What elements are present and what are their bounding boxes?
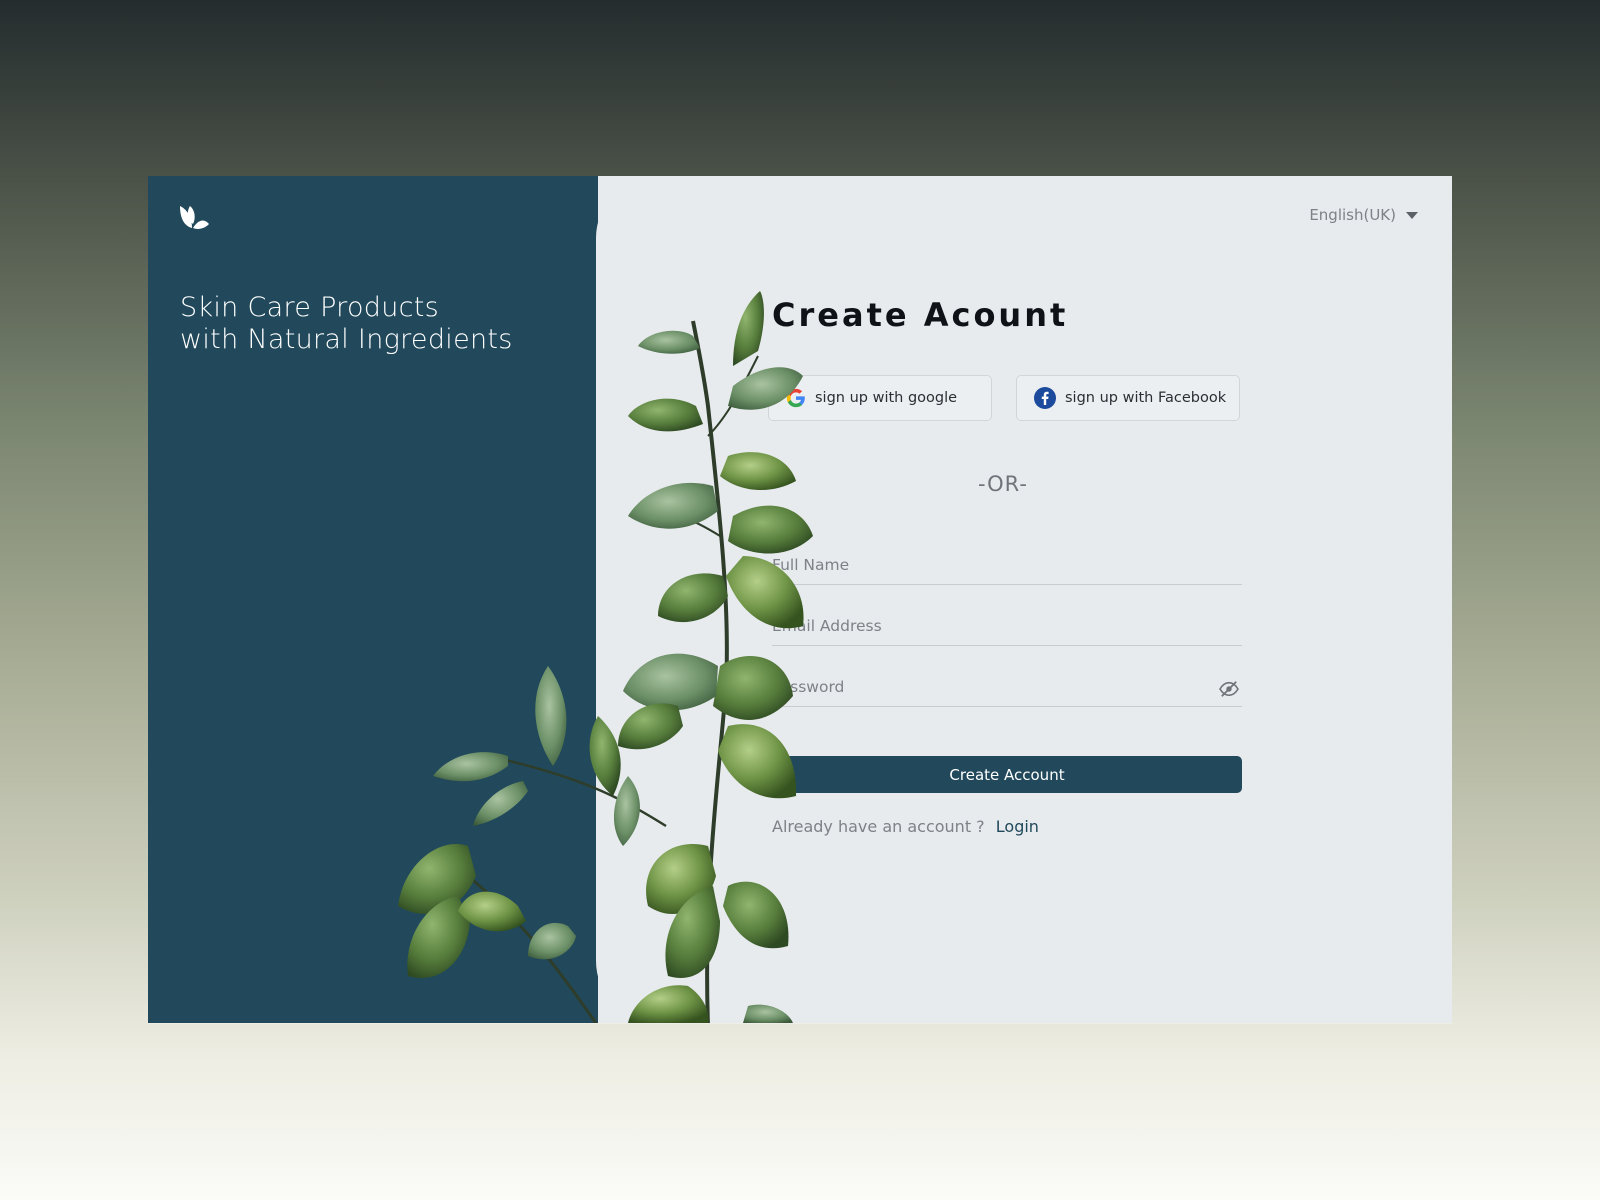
full-name-input[interactable] xyxy=(772,550,1242,580)
signup-card: Skin Care Products with Natural Ingredie… xyxy=(148,176,1452,1023)
eye-off-icon[interactable] xyxy=(1218,680,1240,698)
brand-tagline: Skin Care Products with Natural Ingredie… xyxy=(180,292,513,356)
password-input[interactable] xyxy=(772,672,1242,702)
login-link[interactable]: Login xyxy=(996,817,1039,836)
leaf-logo-icon xyxy=(180,206,209,229)
facebook-signup-button[interactable]: sign up with Facebook xyxy=(1016,375,1240,421)
create-account-button[interactable]: Create Account xyxy=(772,756,1242,793)
full-name-field xyxy=(772,550,1242,585)
tagline-line-1: Skin Care Products xyxy=(180,292,440,323)
facebook-icon xyxy=(1034,387,1056,409)
or-divider: -OR- xyxy=(977,472,1028,496)
facebook-signup-label: sign up with Facebook xyxy=(1065,390,1227,406)
chevron-down-icon xyxy=(1406,211,1418,219)
language-label: English(UK) xyxy=(1309,206,1396,224)
language-selector[interactable]: English(UK) xyxy=(1309,206,1418,224)
eucalyptus-plant-image xyxy=(398,291,813,1023)
password-field xyxy=(772,672,1242,707)
google-signup-label: sign up with google xyxy=(815,390,958,406)
tagline-line-2: with Natural Ingredients xyxy=(180,324,513,355)
email-input[interactable] xyxy=(772,611,1242,641)
email-field xyxy=(772,611,1242,646)
